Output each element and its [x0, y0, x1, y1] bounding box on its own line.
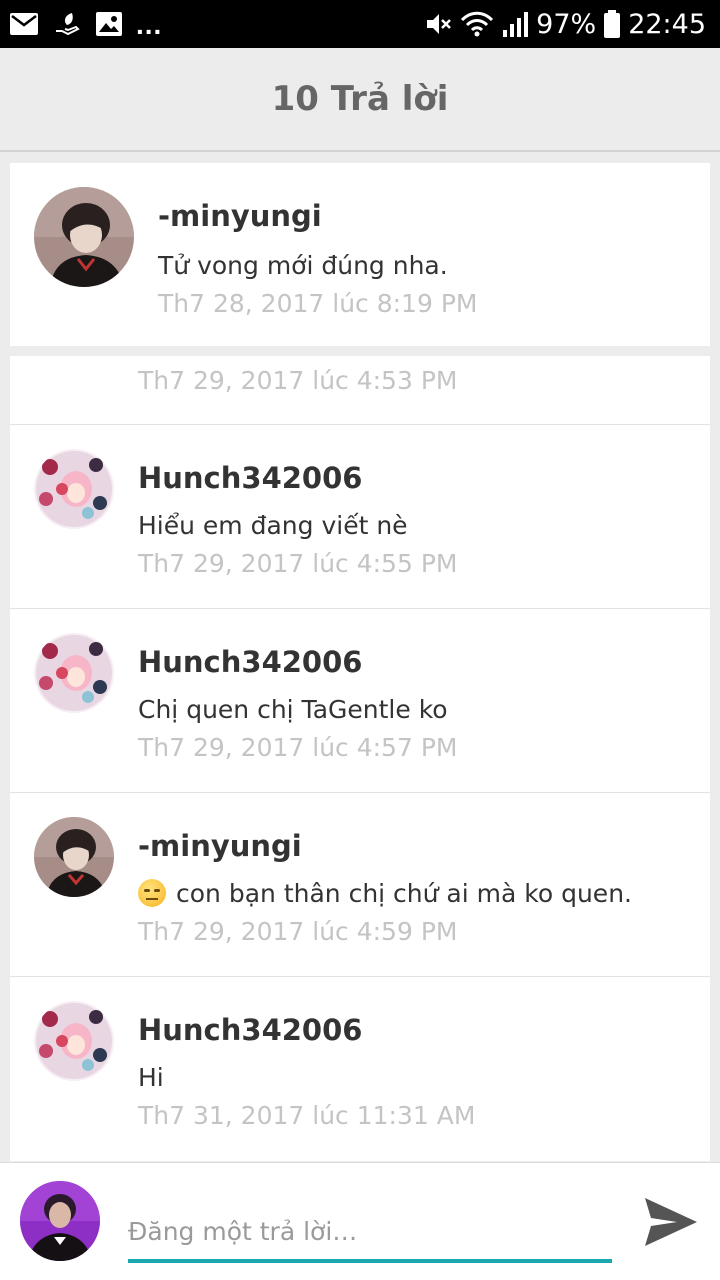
list-item: Hunch342006 Hiểu em đang viết nè Th7 29,…: [10, 424, 710, 608]
reply-input[interactable]: [128, 1201, 612, 1261]
comment-author[interactable]: -minyungi: [158, 199, 322, 233]
input-underline: [128, 1259, 612, 1263]
avatar[interactable]: [34, 449, 114, 529]
list-item: Th7 29, 2017 lúc 4:53 PM: [10, 356, 710, 424]
comment-text-body: con bạn thân chị chứ ai mà ko quen.: [176, 879, 632, 908]
comment-text: Hi: [138, 1063, 164, 1092]
comment-author[interactable]: Hunch342006: [138, 461, 362, 495]
avatar[interactable]: [34, 817, 114, 897]
expressionless-face-icon: [138, 879, 166, 907]
status-bar: ... 97% 22:45: [0, 0, 720, 48]
comment-text: con bạn thân chị chứ ai mà ko quen.: [138, 879, 632, 908]
comment-timestamp: Th7 29, 2017 lúc 4:53 PM: [138, 366, 458, 395]
avatar[interactable]: [34, 187, 134, 287]
comment-timestamp: Th7 29, 2017 lúc 4:57 PM: [138, 733, 458, 762]
list-item: -minyungi con bạn thân chị chứ ai mà ko …: [10, 792, 710, 976]
comment-timestamp: Th7 28, 2017 lúc 8:19 PM: [158, 289, 478, 318]
more-notifications: ...: [136, 9, 163, 40]
mute-icon: [427, 14, 452, 34]
replies-header: 10 Trả lời: [0, 48, 720, 152]
send-icon: [645, 1198, 697, 1246]
avatar[interactable]: [34, 633, 114, 713]
avatar[interactable]: [34, 1001, 114, 1081]
image-icon: [96, 12, 122, 36]
signal-icon: [503, 12, 529, 37]
comment-author[interactable]: Hunch342006: [138, 645, 362, 679]
comment-text: Chị quen chị TaGentle ko: [138, 695, 448, 724]
notification-icons: ...: [10, 0, 162, 48]
send-button[interactable]: [636, 1189, 706, 1255]
reply-bar: [0, 1162, 720, 1280]
list-item: Hunch342006 Hi Th7 31, 2017 lúc 11:31 AM: [10, 976, 710, 1160]
battery-icon: [604, 10, 621, 38]
current-user-avatar: [20, 1181, 100, 1261]
comment-timestamp: Th7 31, 2017 lúc 11:31 AM: [138, 1101, 476, 1130]
battery-percent: 97%: [536, 8, 597, 40]
comment-timestamp: Th7 29, 2017 lúc 4:59 PM: [138, 917, 458, 946]
system-icons: 97% 22:45: [424, 0, 706, 48]
wifi-icon: [461, 11, 494, 37]
comment-text: Tử vong mới đúng nha.: [158, 251, 448, 280]
comment-author[interactable]: Hunch342006: [138, 1013, 362, 1047]
list-item: Hunch342006 Chị quen chị TaGentle ko Th7…: [10, 608, 710, 792]
hand-leaf-icon: [56, 13, 80, 36]
replies-list[interactable]: Th7 29, 2017 lúc 4:53 PM Hunch342006 Hiể…: [10, 356, 710, 1161]
comment-author[interactable]: -minyungi: [138, 829, 302, 863]
mail-icon: [10, 13, 38, 35]
comment-timestamp: Th7 29, 2017 lúc 4:55 PM: [138, 549, 458, 578]
page-title: 10 Trả lời: [271, 79, 449, 119]
comment-text: Hiểu em đang viết nè: [138, 511, 408, 540]
parent-comment: -minyungi Tử vong mới đúng nha. Th7 28, …: [10, 163, 710, 346]
clock: 22:45: [628, 8, 706, 40]
